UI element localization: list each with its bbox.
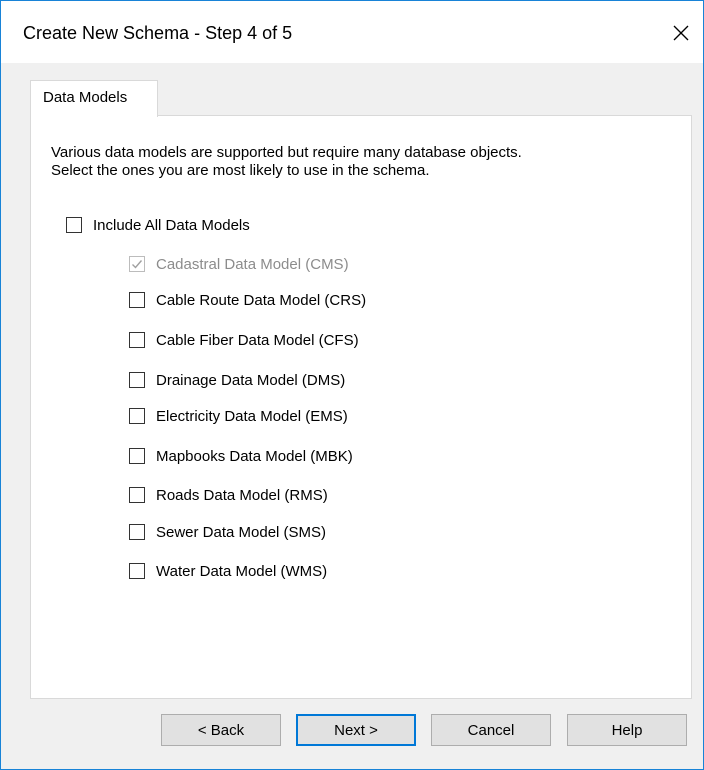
model-label-rms: Roads Data Model (RMS) bbox=[156, 486, 328, 504]
model-label-wms: Water Data Model (WMS) bbox=[156, 562, 328, 580]
back-button[interactable]: < Back bbox=[161, 714, 281, 746]
cancel-button[interactable]: Cancel bbox=[431, 714, 551, 746]
next-button[interactable]: Next > bbox=[296, 714, 416, 746]
model-row-crs[interactable]: Cable Route Data Model (CRS) bbox=[129, 289, 366, 311]
model-checkbox-cms[interactable] bbox=[129, 256, 145, 272]
model-row-ems[interactable]: Electricity Data Model (EMS) bbox=[129, 405, 348, 427]
model-row-mbk[interactable]: Mapbooks Data Model (MBK) bbox=[129, 445, 353, 467]
model-label-dms: Drainage Data Model (DMS) bbox=[156, 371, 346, 389]
model-checkbox-dms[interactable] bbox=[129, 372, 145, 388]
dialog-window: Create New Schema - Step 4 of 5 Data Mod… bbox=[0, 0, 704, 770]
include-all-checkbox[interactable] bbox=[66, 217, 82, 233]
model-label-cfs: Cable Fiber Data Model (CFS) bbox=[156, 331, 359, 349]
model-checkbox-wms[interactable] bbox=[129, 563, 145, 579]
model-row-rms[interactable]: Roads Data Model (RMS) bbox=[129, 484, 328, 506]
model-label-sms: Sewer Data Model (SMS) bbox=[156, 523, 327, 541]
model-label-ems: Electricity Data Model (EMS) bbox=[156, 407, 348, 425]
intro-line-2: Select the ones you are most likely to u… bbox=[51, 162, 430, 179]
model-checkbox-mbk[interactable] bbox=[129, 448, 145, 464]
include-all-checkbox-row[interactable]: Include All Data Models bbox=[66, 214, 250, 236]
model-row-sms[interactable]: Sewer Data Model (SMS) bbox=[129, 521, 326, 543]
model-checkbox-cfs[interactable] bbox=[129, 332, 145, 348]
model-label-mbk: Mapbooks Data Model (MBK) bbox=[156, 447, 353, 465]
model-row-cms[interactable]: Cadastral Data Model (CMS) bbox=[129, 253, 349, 275]
model-row-cfs[interactable]: Cable Fiber Data Model (CFS) bbox=[129, 329, 359, 351]
tab-label: Data Models bbox=[43, 89, 128, 106]
model-checkbox-rms[interactable] bbox=[129, 487, 145, 503]
tab-data-models[interactable]: Data Models bbox=[30, 80, 158, 117]
model-checkbox-crs[interactable] bbox=[129, 292, 145, 308]
include-all-label: Include All Data Models bbox=[93, 216, 250, 234]
intro-line-1: Various data models are supported but re… bbox=[51, 144, 522, 161]
help-button[interactable]: Help bbox=[567, 714, 687, 746]
checkmark-icon bbox=[132, 260, 143, 269]
model-row-wms[interactable]: Water Data Model (WMS) bbox=[129, 560, 327, 582]
model-label-crs: Cable Route Data Model (CRS) bbox=[156, 291, 367, 309]
model-label-cms: Cadastral Data Model (CMS) bbox=[156, 255, 349, 273]
window-title: Create New Schema - Step 4 of 5 bbox=[23, 23, 293, 43]
close-button[interactable] bbox=[659, 11, 703, 55]
title-bar: Create New Schema - Step 4 of 5 bbox=[1, 1, 703, 63]
intro-text: Various data models are supported but re… bbox=[51, 144, 651, 180]
model-row-dms[interactable]: Drainage Data Model (DMS) bbox=[129, 369, 345, 391]
model-checkbox-sms[interactable] bbox=[129, 524, 145, 540]
tab-panel-data-models: Various data models are supported but re… bbox=[30, 115, 692, 699]
model-checkbox-ems[interactable] bbox=[129, 408, 145, 424]
close-icon bbox=[673, 25, 689, 41]
